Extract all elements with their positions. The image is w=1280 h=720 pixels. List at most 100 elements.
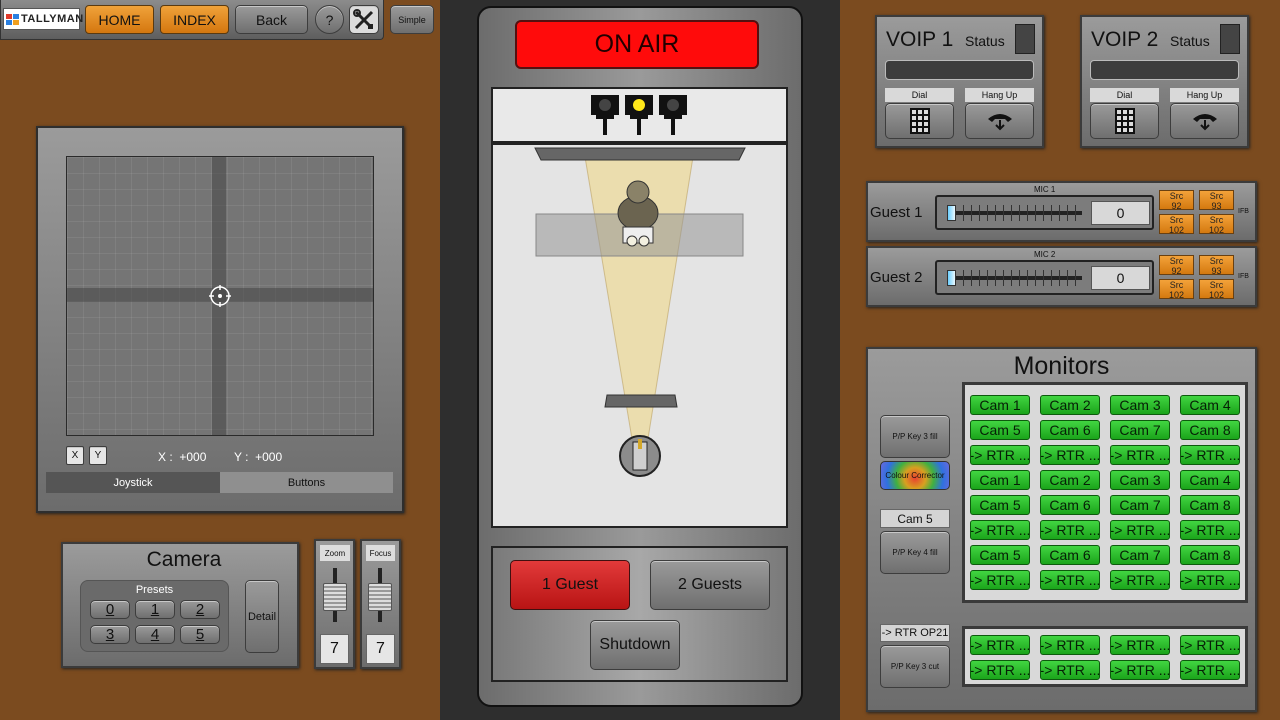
help-button[interactable]: ? [315,5,344,34]
two-guests-button[interactable]: 2 Guests [650,560,770,610]
joystick-pad[interactable] [66,156,374,436]
monitor-source-button[interactable]: Cam 3 [1110,395,1170,415]
monitor-source-button[interactable]: Cam 5 [970,545,1030,565]
mic-1-fader[interactable]: 0 [935,195,1154,230]
mic-2-src-92-button[interactable]: Src 92 [1159,255,1194,276]
light-left-icon [591,95,619,135]
monitor-source-button[interactable]: Cam 2 [1040,470,1100,490]
mic-2-src-102a-button[interactable]: Src 102 [1159,279,1194,300]
one-guest-button[interactable]: 1 Guest [510,560,630,610]
zoom-value: 7 [320,634,349,664]
x-readout: X : +000 [158,450,207,464]
monitor-source-button[interactable]: -> RTR ... [1040,520,1100,540]
monitor-source-button[interactable]: Cam 7 [1110,545,1170,565]
x-button[interactable]: X [66,446,84,465]
monitor-source-button[interactable]: -> RTR ... [1110,520,1170,540]
voip-2-hangup-button[interactable] [1170,103,1239,139]
monitor-source-button[interactable]: Cam 7 [1110,420,1170,440]
monitor-route-button[interactable]: -> RTR ... [970,635,1030,655]
index-button[interactable]: INDEX [160,5,229,34]
preset-1-button[interactable]: 1 [135,600,175,619]
shutdown-button[interactable]: Shutdown [590,620,680,670]
mic-1-src-102b-button[interactable]: Src 102 [1199,214,1234,235]
voip-2-title: VOIP 2 [1091,28,1159,51]
monitor-source-button[interactable]: Cam 4 [1180,395,1240,415]
voip-1-dial-button[interactable] [885,103,954,139]
preset-3-button[interactable]: 3 [90,625,130,644]
focus-slider-handle[interactable] [368,583,392,611]
monitor-route-button[interactable]: -> RTR ... [1110,660,1170,680]
focus-value: 7 [366,634,395,664]
tab-joystick[interactable]: Joystick [46,472,220,493]
monitor-source-button[interactable]: Cam 5 [970,420,1030,440]
monitor-source-button[interactable]: -> RTR ... [1040,445,1100,465]
guest-1-label: Guest 1 [870,204,923,221]
monitor-source-button[interactable]: Cam 8 [1180,495,1240,515]
monitor-route-button[interactable]: -> RTR ... [1180,635,1240,655]
voip-2-dial-button[interactable] [1090,103,1159,139]
preset-2-button[interactable]: 2 [180,600,220,619]
light-right-icon [659,95,687,135]
preset-0-button[interactable]: 0 [90,600,130,619]
monitor-source-button[interactable]: -> RTR ... [1040,570,1100,590]
voip-1-status-label: Status [965,33,1005,49]
monitor-route-button[interactable]: -> RTR ... [1040,635,1100,655]
mic-2-fader[interactable]: 0 [935,260,1154,295]
voip-2-number-display[interactable] [1090,60,1239,80]
monitor-route-button[interactable]: -> RTR ... [970,660,1030,680]
voip-1-hangup-button[interactable] [965,103,1034,139]
monitor-route-button[interactable]: -> RTR ... [1040,660,1100,680]
monitor-source-button[interactable]: Cam 8 [1180,545,1240,565]
colour-corrector-button[interactable]: Colour Corrector [880,461,950,490]
camera-icon [619,435,661,477]
monitor-source-button[interactable]: Cam 5 [970,495,1030,515]
mic-2-src-102b-button[interactable]: Src 102 [1199,279,1234,300]
monitor-source-button[interactable]: -> RTR ... [1110,570,1170,590]
monitor-source-button[interactable]: -> RTR ... [970,520,1030,540]
y-button[interactable]: Y [89,446,107,465]
monitor-source-button[interactable]: -> RTR ... [1180,570,1240,590]
mic-1-src-102a-button[interactable]: Src 102 [1159,214,1194,235]
mic-2-src-93-button[interactable]: Src 93 [1199,255,1234,276]
back-button[interactable]: Back [235,5,308,34]
mic-1-fader-handle[interactable] [947,205,956,221]
monitor-source-button[interactable]: Cam 1 [970,395,1030,415]
settings-button[interactable] [349,5,379,34]
mic-1-src-93-button[interactable]: Src 93 [1199,190,1234,211]
monitor-source-button[interactable]: -> RTR ... [1110,445,1170,465]
zoom-slider-handle[interactable] [323,583,347,611]
monitor-source-button[interactable]: Cam 1 [970,470,1030,490]
monitor-source-button[interactable]: Cam 2 [1040,395,1100,415]
mic-2-fader-handle[interactable] [947,270,956,286]
pp-key3-fill-button[interactable]: P/P Key 3 fill [880,415,950,458]
monitor-source-button[interactable]: Cam 7 [1110,495,1170,515]
voip-1-dial-label: Dial [885,88,954,102]
pp-key4-fill-button[interactable]: P/P Key 4 fill [880,531,950,574]
zoom-label: Zoom [320,545,350,561]
mic-1-src-92-button[interactable]: Src 92 [1159,190,1194,211]
monitor-source-button[interactable]: -> RTR ... [970,570,1030,590]
mic-2-ifb-label: IFB [1238,273,1249,280]
detail-button[interactable]: Detail [245,580,279,653]
preset-4-button[interactable]: 4 [135,625,175,644]
monitor-source-button[interactable]: -> RTR ... [1180,445,1240,465]
monitor-route-button[interactable]: -> RTR ... [1180,660,1240,680]
monitor-source-button[interactable]: Cam 3 [1110,470,1170,490]
monitor-source-button[interactable]: Cam 4 [1180,470,1240,490]
backdrop [534,147,746,161]
home-button[interactable]: HOME [85,5,154,34]
voip-1-number-display[interactable] [885,60,1034,80]
monitor-source-button[interactable]: Cam 6 [1040,495,1100,515]
monitor-source-button[interactable]: Cam 6 [1040,420,1100,440]
preset-5-button[interactable]: 5 [180,625,220,644]
monitor-source-button[interactable]: -> RTR ... [970,445,1030,465]
monitor-source-button[interactable]: Cam 8 [1180,420,1240,440]
tab-buttons[interactable]: Buttons [220,472,393,493]
monitor-route-button[interactable]: -> RTR ... [1110,635,1170,655]
pp-key3-cut-button[interactable]: P/P Key 3 cut [880,645,950,688]
monitor-source-button[interactable]: -> RTR ... [1180,520,1240,540]
crosshair-icon[interactable] [208,284,232,308]
simple-button[interactable]: Simple [390,5,434,34]
hang-up-icon [1192,114,1217,131]
monitor-source-button[interactable]: Cam 6 [1040,545,1100,565]
